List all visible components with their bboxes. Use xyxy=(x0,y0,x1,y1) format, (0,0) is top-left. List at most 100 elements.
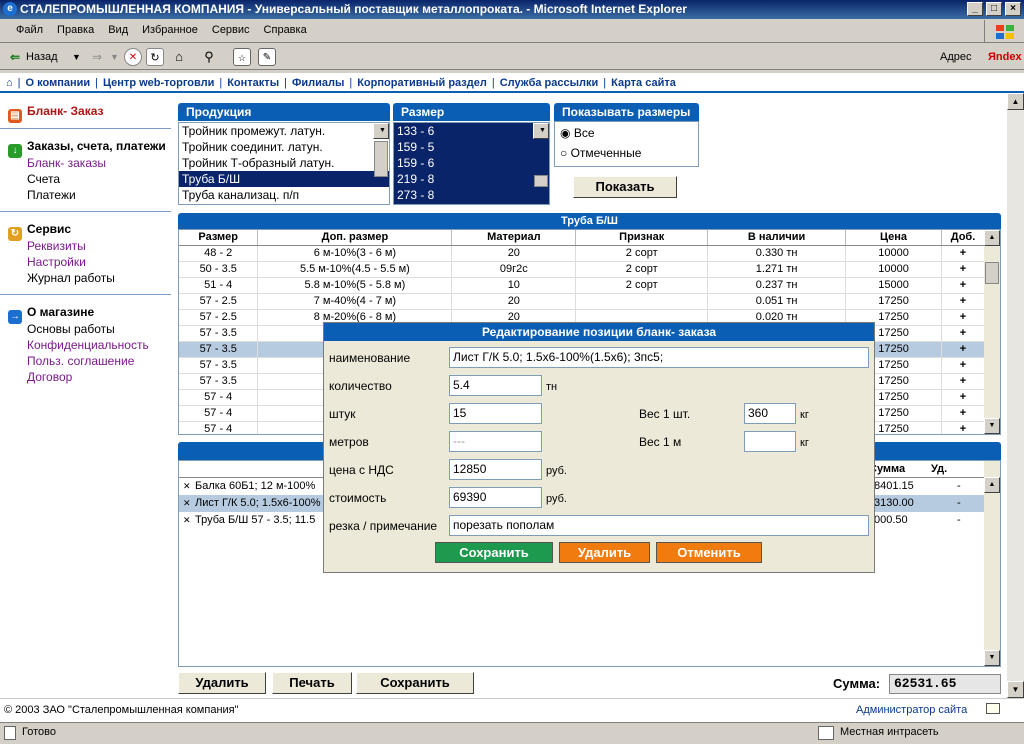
sidebar-item-invoices[interactable]: Счета xyxy=(27,172,60,186)
nav-branches[interactable]: Филиалы xyxy=(292,77,344,89)
minimize-button[interactable]: _ xyxy=(967,2,983,16)
weight-per-piece-field[interactable]: 360 xyxy=(744,403,796,424)
table-row[interactable]: 50 - 3.5 5.5 м-10%(4.5 - 5.5 м) 09г2с 2 сор… xyxy=(179,261,986,278)
close-window-button[interactable]: × xyxy=(1005,2,1021,16)
scroll-down-icon[interactable]: ▼ xyxy=(984,418,1000,434)
radio-all[interactable]: ◉ Все xyxy=(560,126,595,140)
yandex-button[interactable]: Яndex xyxy=(988,48,1022,66)
delete-button[interactable]: Удалить xyxy=(178,672,266,694)
scroll-thumb[interactable] xyxy=(534,175,548,187)
menu-edit[interactable]: Правка xyxy=(50,19,101,36)
edit-icon[interactable]: ✎ xyxy=(258,48,276,66)
order-item-del[interactable]: - xyxy=(957,478,961,495)
sidebar-item-agreement[interactable]: Польз. соглашение xyxy=(27,354,134,368)
sidebar-item-contract[interactable]: Договор xyxy=(27,370,72,384)
add-plus-icon[interactable]: + xyxy=(941,389,986,406)
add-plus-icon[interactable]: + xyxy=(941,245,986,262)
menu-file[interactable]: Файл xyxy=(9,19,50,36)
forward-dropdown-icon[interactable]: ▼ xyxy=(110,48,119,66)
sidebar-item-settings[interactable]: Настройки xyxy=(27,255,86,269)
sidebar-item-privacy[interactable]: Конфиденциальность xyxy=(27,338,149,352)
remove-x-icon[interactable]: ✕ xyxy=(183,495,191,512)
size-item[interactable]: 159 - 6 xyxy=(394,155,549,171)
back-button[interactable]: Назад xyxy=(26,48,58,66)
admin-link[interactable]: Администратор сайта xyxy=(856,704,967,716)
order-table-scrollbar[interactable]: ▲ ▼ xyxy=(984,461,1000,666)
size-item[interactable]: 273 - 8 xyxy=(394,187,549,203)
scroll-up-icon[interactable]: ▲ xyxy=(984,230,1000,246)
add-plus-icon[interactable]: + xyxy=(941,373,986,390)
product-item[interactable]: Тройник Т-образный латун. xyxy=(179,155,389,171)
add-plus-icon[interactable]: + xyxy=(941,421,986,434)
product-item-selected[interactable]: Труба Б/Ш xyxy=(179,171,389,187)
product-item[interactable]: Тройник соединит. латун. xyxy=(179,139,389,155)
scroll-thumb[interactable] xyxy=(374,141,388,177)
sidebar-item-order-forms[interactable]: Бланк- заказы xyxy=(27,156,106,170)
page-scrollbar[interactable]: ▲ ▼ xyxy=(1007,93,1024,698)
add-plus-icon[interactable]: + xyxy=(941,341,986,358)
save-order-button[interactable]: Сохранить xyxy=(356,672,474,694)
scroll-thumb[interactable] xyxy=(985,262,999,284)
nav-about[interactable]: О компании xyxy=(26,77,91,89)
product-item[interactable]: Труба канализац. п/п xyxy=(179,187,389,203)
add-plus-icon[interactable]: + xyxy=(941,357,986,374)
home-icon[interactable]: ⌂ xyxy=(170,48,188,66)
sizes-scrollbar[interactable]: ▲ ▼ xyxy=(533,123,549,187)
meters-field[interactable]: --- xyxy=(449,431,542,452)
add-plus-icon[interactable]: + xyxy=(941,405,986,422)
add-plus-icon[interactable]: + xyxy=(941,325,986,342)
search-icon[interactable]: ⚲ xyxy=(200,48,218,66)
price-field[interactable]: 12850 xyxy=(449,459,542,480)
mail-icon[interactable] xyxy=(986,703,1000,714)
product-item[interactable]: Тройник промежут. латун. xyxy=(179,123,389,139)
stop-icon[interactable]: ✕ xyxy=(124,48,142,66)
remove-x-icon[interactable]: ✕ xyxy=(183,478,191,495)
add-plus-icon[interactable]: + xyxy=(941,277,986,294)
address-label[interactable]: Адрес xyxy=(940,48,972,66)
back-arrow-icon[interactable]: ⇐ xyxy=(6,48,24,66)
scroll-down-icon[interactable]: ▼ xyxy=(373,123,389,139)
size-item[interactable]: 219 - 8 xyxy=(394,171,549,187)
forward-arrow-icon[interactable]: ⇒ xyxy=(88,48,106,66)
note-field[interactable]: порезать пополам xyxy=(449,515,869,536)
dialog-cancel-button[interactable]: Отменить xyxy=(656,542,762,563)
add-plus-icon[interactable]: + xyxy=(941,261,986,278)
sidebar-order[interactable]: ▤ Бланк- Заказ xyxy=(8,104,104,123)
size-item[interactable]: 159 - 5 xyxy=(394,139,549,155)
main-table-scrollbar[interactable]: ▲ ▼ xyxy=(984,230,1000,434)
nav-mailing[interactable]: Служба рассылки xyxy=(500,77,599,89)
radio-marked[interactable]: ○ Отмеченные xyxy=(560,146,641,160)
add-plus-icon[interactable]: + xyxy=(941,309,986,326)
page-scroll-up[interactable]: ▲ xyxy=(1007,93,1024,110)
quantity-field[interactable]: 5.4 xyxy=(449,375,542,396)
size-item[interactable]: 133 - 6 xyxy=(394,123,549,139)
scroll-down-icon[interactable]: ▼ xyxy=(533,123,549,139)
sidebar-item-basics[interactable]: Основы работы xyxy=(27,322,115,336)
sidebar-item-requisites[interactable]: Реквизиты xyxy=(27,239,86,253)
name-field[interactable]: Лист Г/К 5.0; 1.5х6-100%(1.5х6); 3пс5; xyxy=(449,347,869,368)
table-row[interactable]: 48 - 26 м-10%(3 - 6 м) 20 2 сорт 0.330 тн 10… xyxy=(179,245,986,262)
order-item-del[interactable]: - xyxy=(957,512,961,529)
nav-corporate[interactable]: Корпоративный раздел xyxy=(357,77,487,89)
dialog-delete-button[interactable]: Удалить xyxy=(559,542,650,563)
dialog-save-button[interactable]: Сохранить xyxy=(435,542,553,563)
page-scroll-down[interactable]: ▼ xyxy=(1007,681,1024,698)
table-row[interactable]: 57 - 2.5 7 м-40%(4 - 7 м) 20 0.051 тн 17250 + xyxy=(179,293,986,310)
favorites-icon[interactable]: ☆ xyxy=(233,48,251,66)
back-dropdown-icon[interactable]: ▼ xyxy=(72,48,81,66)
radio-unchecked-icon[interactable]: ○ xyxy=(560,146,567,160)
products-list[interactable]: Тройник промежут. латун. Тройник соедини… xyxy=(178,122,390,205)
nav-sitemap[interactable]: Карта сайта xyxy=(611,77,676,89)
scroll-up-icon[interactable]: ▲ xyxy=(984,477,1000,493)
menu-tools[interactable]: Сервис xyxy=(205,19,257,36)
home-nav-icon[interactable]: ⌂ xyxy=(6,77,13,89)
sidebar-item-payments[interactable]: Платежи xyxy=(27,188,76,202)
cost-field[interactable]: 69390 xyxy=(449,487,542,508)
weight-per-meter-field[interactable] xyxy=(744,431,796,452)
order-item-del[interactable]: - xyxy=(957,495,961,512)
sizes-list[interactable]: 133 - 6 159 - 5 159 - 6 219 - 8 273 - 8 … xyxy=(393,122,550,205)
refresh-icon[interactable]: ↻ xyxy=(146,48,164,66)
print-button[interactable]: Печать xyxy=(272,672,352,694)
menu-favorites[interactable]: Избранное xyxy=(135,19,205,36)
menu-help[interactable]: Справка xyxy=(257,19,314,36)
